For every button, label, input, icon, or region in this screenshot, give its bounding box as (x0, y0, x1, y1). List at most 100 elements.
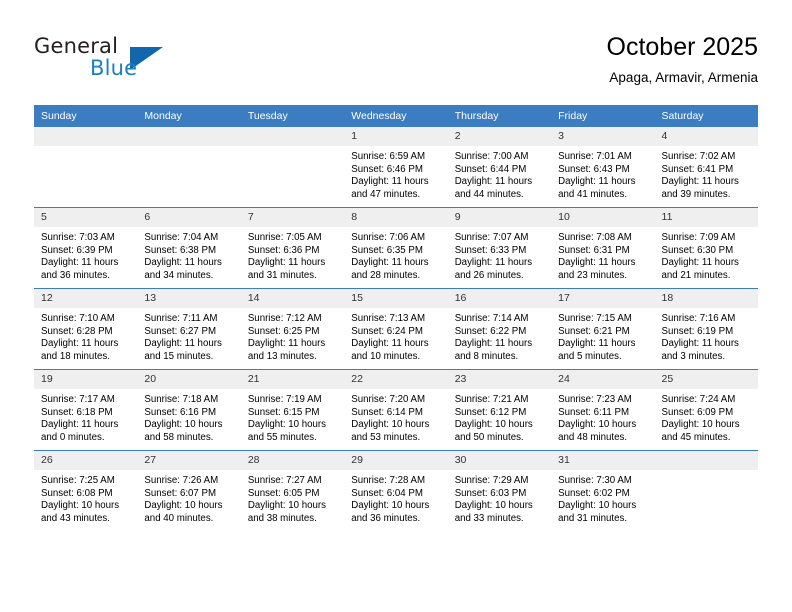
sunrise-text: Sunrise: 7:25 AM (41, 475, 115, 486)
day-details: Sunrise: 7:17 AM Sunset: 6:18 PM Daylight:… (34, 389, 137, 444)
calendar-day-cell[interactable]: 15 Sunrise: 7:13 AM Sunset: 6:24 PM Dayligh… (344, 288, 448, 370)
day-number: 27 (137, 451, 241, 470)
sunset-text: Sunset: 6:46 PM (351, 163, 423, 175)
day-number: 7 (240, 208, 345, 227)
day-details: Sunrise: 7:01 AM Sunset: 6:43 PM Daylight:… (551, 146, 654, 201)
daylight-text: Daylight: 11 hours and 0 minutes. (41, 419, 119, 443)
calendar-day-cell[interactable]: 2 Sunrise: 7:00 AM Sunset: 6:44 PM Daylight… (447, 127, 552, 208)
calendar-day-cell[interactable]: 31 Sunrise: 7:30 AM Sunset: 6:02 PM Dayligh… (551, 450, 655, 531)
day-details: Sunrise: 7:30 AM Sunset: 6:02 PM Daylight:… (551, 470, 654, 525)
day-number: 29 (344, 451, 448, 470)
page-header: General Blue October 2025 Apaga, Armavir… (0, 0, 792, 104)
calendar-day-cell[interactable]: 26 Sunrise: 7:25 AM Sunset: 6:08 PM Dayligh… (34, 450, 138, 531)
calendar-day-cell[interactable]: 19 Sunrise: 7:17 AM Sunset: 6:18 PM Dayligh… (34, 369, 138, 451)
sunrise-text: Sunrise: 7:24 AM (661, 394, 736, 405)
calendar-day-cell[interactable]: 25 Sunrise: 7:24 AM Sunset: 6:09 PM Dayligh… (654, 369, 758, 451)
calendar-page: General Blue October 2025 Apaga, Armavir… (0, 0, 792, 612)
calendar-day-cell[interactable]: 21 Sunrise: 7:19 AM Sunset: 6:15 PM Dayligh… (240, 369, 345, 451)
sunset-text: Sunset: 6:44 PM (454, 163, 527, 175)
calendar-day-cell[interactable]: 24 Sunrise: 7:23 AM Sunset: 6:11 PM Dayligh… (551, 369, 655, 451)
calendar-body: 1 Sunrise: 6:59 AM Sunset: 6:46 PM Daylight… (34, 127, 758, 531)
sunrise-text: Sunrise: 7:23 AM (558, 394, 632, 405)
calendar-day-cell[interactable]: 16 Sunrise: 7:14 AM Sunset: 6:22 PM Dayligh… (447, 288, 552, 370)
day-details: Sunrise: 7:10 AM Sunset: 6:28 PM Daylight:… (34, 308, 137, 363)
calendar-day-cell[interactable]: 14 Sunrise: 7:12 AM Sunset: 6:25 PM Dayligh… (240, 288, 345, 370)
calendar-day-cell[interactable]: 18 Sunrise: 7:16 AM Sunset: 6:19 PM Dayligh… (654, 288, 758, 370)
sunrise-text: Sunrise: 6:59 AM (351, 151, 426, 162)
day-number: 6 (137, 208, 241, 227)
daylight-text: Daylight: 10 hours and 36 minutes. (351, 500, 430, 524)
sunset-text: Sunset: 6:19 PM (661, 325, 734, 337)
calendar-day-cell[interactable]: 30 Sunrise: 7:29 AM Sunset: 6:03 PM Dayligh… (447, 450, 552, 531)
daylight-text: Daylight: 10 hours and 43 minutes. (41, 500, 120, 524)
day-number (34, 127, 138, 146)
sunrise-text: Sunrise: 7:09 AM (661, 232, 736, 243)
sunrise-text: Sunrise: 7:03 AM (41, 232, 115, 243)
daylight-text: Daylight: 10 hours and 45 minutes. (661, 419, 740, 443)
day-details: Sunrise: 7:12 AM Sunset: 6:25 PM Daylight:… (241, 308, 344, 363)
daylight-text: Daylight: 11 hours and 8 minutes. (454, 338, 533, 362)
calendar-day-cell[interactable]: 22 Sunrise: 7:20 AM Sunset: 6:14 PM Dayligh… (344, 369, 448, 451)
daylight-text: Daylight: 11 hours and 3 minutes. (661, 338, 739, 362)
day-number: 28 (240, 451, 345, 470)
calendar-day-cell[interactable]: 17 Sunrise: 7:15 AM Sunset: 6:21 PM Dayligh… (551, 288, 655, 370)
day-number: 2 (447, 127, 552, 146)
calendar-day-cell[interactable]: 20 Sunrise: 7:18 AM Sunset: 6:16 PM Dayligh… (137, 369, 241, 451)
weekday-header-friday: Friday (551, 105, 655, 127)
general-blue-logo[interactable]: General Blue (34, 34, 254, 84)
calendar-day-cell[interactable]: 9 Sunrise: 7:07 AM Sunset: 6:33 PM Daylight… (447, 207, 552, 289)
calendar-day-cell[interactable]: 7 Sunrise: 7:05 AM Sunset: 6:36 PM Daylight… (240, 207, 345, 289)
sunset-text: Sunset: 6:39 PM (41, 244, 113, 256)
calendar-day-cell[interactable]: 6 Sunrise: 7:04 AM Sunset: 6:38 PM Daylight… (137, 207, 241, 289)
sunset-text: Sunset: 6:30 PM (661, 244, 734, 256)
calendar-week-row: 5 Sunrise: 7:03 AM Sunset: 6:39 PM Daylight… (34, 207, 758, 289)
daylight-text: Daylight: 10 hours and 50 minutes. (454, 419, 533, 443)
day-number: 9 (447, 208, 552, 227)
calendar-day-cell[interactable]: 5 Sunrise: 7:03 AM Sunset: 6:39 PM Daylight… (34, 207, 138, 289)
calendar-day-cell[interactable]: 12 Sunrise: 7:10 AM Sunset: 6:28 PM Dayligh… (34, 288, 138, 370)
day-details: Sunrise: 7:02 AM Sunset: 6:41 PM Daylight:… (655, 146, 758, 201)
day-details: Sunrise: 7:03 AM Sunset: 6:39 PM Daylight:… (34, 227, 137, 282)
calendar-day-cell[interactable]: 4 Sunrise: 7:02 AM Sunset: 6:41 PM Daylight… (654, 127, 758, 208)
calendar-day-cell[interactable]: 3 Sunrise: 7:01 AM Sunset: 6:43 PM Daylight… (551, 127, 655, 208)
day-details: Sunrise: 7:25 AM Sunset: 6:08 PM Daylight:… (34, 470, 137, 525)
day-number: 8 (344, 208, 448, 227)
day-number: 14 (240, 289, 345, 308)
day-number: 20 (137, 370, 241, 389)
logo-text-blue: Blue (90, 56, 138, 80)
sunrise-text: Sunrise: 7:21 AM (454, 394, 529, 405)
calendar-day-cell[interactable]: 28 Sunrise: 7:27 AM Sunset: 6:05 PM Dayligh… (240, 450, 345, 531)
day-details: Sunrise: 7:08 AM Sunset: 6:31 PM Daylight:… (551, 227, 654, 282)
weekday-header-saturday: Saturday (654, 105, 758, 127)
day-number: 15 (344, 289, 448, 308)
calendar-day-cell[interactable]: 13 Sunrise: 7:11 AM Sunset: 6:27 PM Dayligh… (137, 288, 241, 370)
calendar-day-cell[interactable]: 27 Sunrise: 7:26 AM Sunset: 6:07 PM Dayligh… (137, 450, 241, 531)
day-number: 23 (447, 370, 552, 389)
sunset-text: Sunset: 6:36 PM (247, 244, 320, 256)
calendar-day-cell[interactable]: 8 Sunrise: 7:06 AM Sunset: 6:35 PM Daylight… (344, 207, 448, 289)
sunrise-text: Sunrise: 7:00 AM (454, 151, 529, 162)
weekday-header-sunday: Sunday (34, 105, 138, 127)
calendar-day-cell[interactable]: 1 Sunrise: 6:59 AM Sunset: 6:46 PM Daylight… (344, 127, 448, 208)
sunset-text: Sunset: 6:31 PM (558, 244, 630, 256)
logo-text-general: General (34, 34, 119, 58)
daylight-text: Daylight: 11 hours and 31 minutes. (247, 257, 326, 281)
calendar-week-row: 26 Sunrise: 7:25 AM Sunset: 6:08 PM Dayligh… (34, 450, 758, 531)
daylight-text: Daylight: 11 hours and 26 minutes. (454, 257, 533, 281)
page-title: October 2025 (606, 33, 759, 61)
day-details: Sunrise: 7:13 AM Sunset: 6:24 PM Daylight:… (344, 308, 447, 363)
sunrise-text: Sunrise: 7:19 AM (247, 394, 322, 405)
sunrise-text: Sunrise: 7:30 AM (558, 475, 632, 486)
day-number: 17 (551, 289, 655, 308)
calendar-day-cell[interactable]: 29 Sunrise: 7:28 AM Sunset: 6:04 PM Dayligh… (344, 450, 448, 531)
calendar-day-cell[interactable]: 23 Sunrise: 7:21 AM Sunset: 6:12 PM Dayligh… (447, 369, 552, 451)
calendar-day-cell[interactable]: 10 Sunrise: 7:08 AM Sunset: 6:31 PM Dayligh… (551, 207, 655, 289)
calendar-day-cell-empty (654, 450, 758, 531)
sunset-text: Sunset: 6:05 PM (247, 487, 320, 499)
day-details: Sunrise: 7:00 AM Sunset: 6:44 PM Daylight:… (448, 146, 551, 201)
day-number: 1 (344, 127, 448, 146)
calendar-week-row: 12 Sunrise: 7:10 AM Sunset: 6:28 PM Dayligh… (34, 288, 758, 370)
daylight-text: Daylight: 10 hours and 58 minutes. (144, 419, 223, 443)
calendar-day-cell[interactable]: 11 Sunrise: 7:09 AM Sunset: 6:30 PM Dayligh… (654, 207, 758, 289)
daylight-text: Daylight: 11 hours and 15 minutes. (144, 338, 222, 362)
